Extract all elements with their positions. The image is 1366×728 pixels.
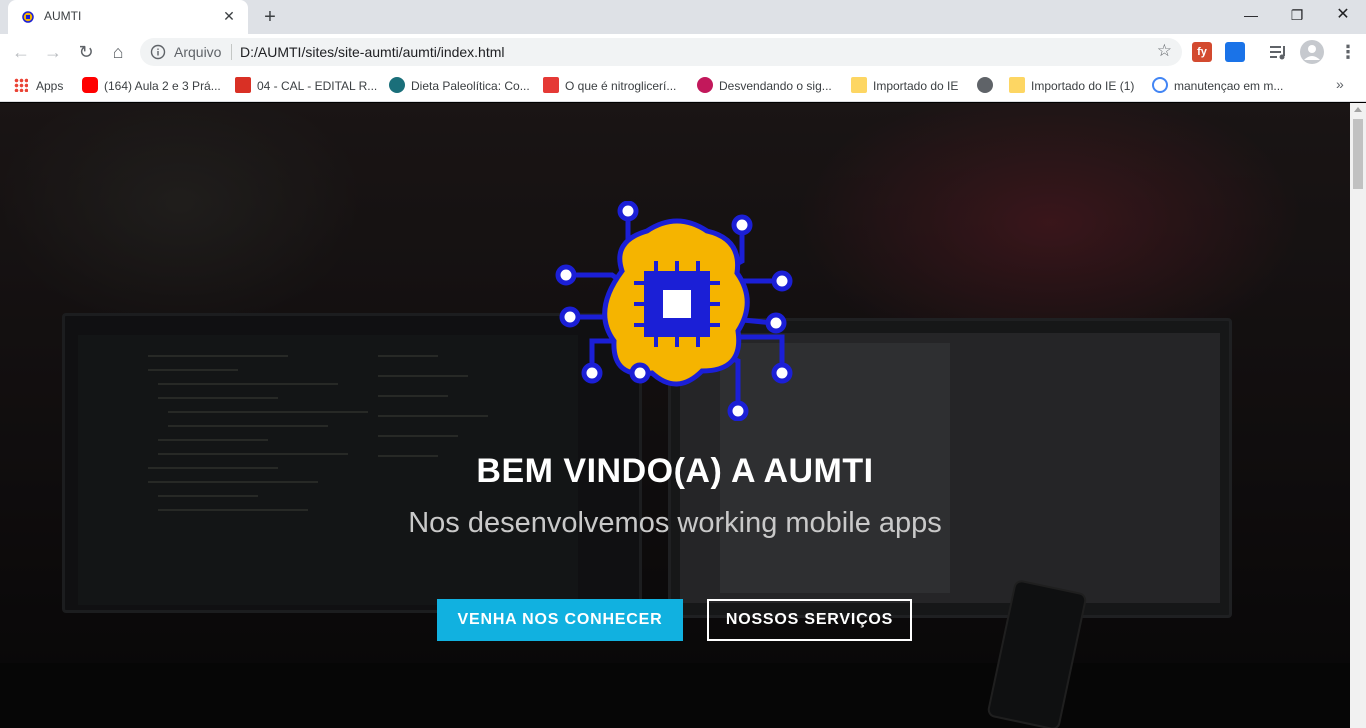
folder-icon bbox=[851, 77, 867, 93]
google-icon bbox=[1152, 77, 1168, 93]
s-icon bbox=[543, 77, 559, 93]
back-arrow-icon[interactable]: ← bbox=[9, 40, 33, 64]
maximize-button[interactable]: ❐ bbox=[1274, 0, 1320, 30]
new-tab-button[interactable]: + bbox=[258, 5, 282, 29]
spiral-icon bbox=[697, 77, 713, 93]
bookmarks-overflow-icon[interactable]: » bbox=[1336, 76, 1344, 92]
page-scrollbar[interactable] bbox=[1350, 103, 1366, 728]
bookmark-apps[interactable]: Apps bbox=[14, 77, 63, 95]
url-divider bbox=[231, 44, 232, 60]
bookmark-nitroglicerina[interactable]: O que é nitroglicerí... bbox=[543, 77, 676, 95]
tab-strip: AUMTI ✕ + — ❐ ✕ bbox=[0, 0, 1366, 34]
bookmark-pdf-edital[interactable]: 04 - CAL - EDITAL R... bbox=[235, 77, 377, 95]
hero-title: BEM VINDO(A) A AUMTI bbox=[476, 452, 874, 490]
scrollbar-thumb[interactable] bbox=[1353, 119, 1363, 189]
bookmark-youtube[interactable]: (164) Aula 2 e 3 Prá... bbox=[82, 77, 221, 95]
bookmark-label: Apps bbox=[36, 79, 64, 93]
bookmark-label: Dieta Paleolítica: Co... bbox=[411, 79, 530, 93]
youtube-icon bbox=[82, 77, 98, 93]
globe-icon bbox=[977, 77, 993, 93]
media-controls-icon[interactable] bbox=[1268, 42, 1288, 62]
url-scheme-label: Arquivo bbox=[174, 44, 222, 60]
hero-section: BEM VINDO(A) A AUMTI Nos desenvolvemos w… bbox=[0, 103, 1350, 728]
reload-icon[interactable]: ↻ bbox=[74, 40, 98, 64]
tab-aumti[interactable]: AUMTI ✕ bbox=[8, 0, 248, 34]
bookmarks-bar: Apps (164) Aula 2 e 3 Prá... 04 - CAL - … bbox=[0, 70, 1366, 102]
bookmark-dieta-paleolitica[interactable]: Dieta Paleolítica: Co... bbox=[389, 77, 530, 95]
bookmark-label: manutençao em m... bbox=[1174, 79, 1284, 93]
person-icon bbox=[1304, 45, 1320, 60]
home-icon[interactable]: ⌂ bbox=[106, 40, 130, 64]
extension-fy-icon[interactable]: fy bbox=[1192, 42, 1212, 62]
aumti-logo bbox=[555, 201, 793, 421]
nossos-servicos-button[interactable]: NOSSOS SERVIÇOS bbox=[707, 599, 912, 641]
folder-icon bbox=[1009, 77, 1025, 93]
pdf-icon bbox=[235, 77, 251, 93]
extension-blue-icon[interactable] bbox=[1225, 42, 1245, 62]
bookmark-label: Desvendando o sig... bbox=[719, 79, 832, 93]
dr-icon bbox=[389, 77, 405, 93]
forward-arrow-icon[interactable]: → bbox=[41, 40, 65, 64]
venha-nos-conhecer-button[interactable]: VENHA NOS CONHECER bbox=[437, 599, 683, 641]
hero-subtitle: Nos desenvolvemos working mobile apps bbox=[408, 507, 942, 539]
robot-brain-icon bbox=[22, 11, 34, 23]
bookmark-folder-ie[interactable]: Importado do IE bbox=[851, 77, 958, 95]
scroll-up-arrow-icon[interactable] bbox=[1354, 107, 1362, 112]
bookmark-label: 04 - CAL - EDITAL R... bbox=[257, 79, 378, 93]
bookmark-desvendando[interactable]: Desvendando o sig... bbox=[697, 77, 832, 95]
close-window-button[interactable]: ✕ bbox=[1320, 0, 1366, 30]
info-icon[interactable] bbox=[150, 44, 166, 60]
minimize-button[interactable]: — bbox=[1228, 0, 1274, 30]
bookmark-star-icon[interactable]: ☆ bbox=[1157, 41, 1172, 61]
bookmark-folder-ie-1[interactable]: Importado do IE (1) bbox=[1009, 77, 1134, 95]
bookmark-label: Importado do IE (1) bbox=[1031, 79, 1135, 93]
bookmark-label: O que é nitroglicerí... bbox=[565, 79, 677, 93]
menu-kebab-icon[interactable]: ⋮ bbox=[1336, 40, 1360, 64]
tab-close-icon[interactable]: ✕ bbox=[220, 7, 238, 25]
browser-toolbar: ← → ↻ ⌂ Arquivo D:/AUMTI/sites/site-aumt… bbox=[0, 34, 1366, 70]
bookmark-label: (164) Aula 2 e 3 Prá... bbox=[104, 79, 221, 93]
apps-grid-icon bbox=[14, 78, 28, 92]
bookmark-globe[interactable] bbox=[977, 77, 999, 95]
address-bar[interactable]: Arquivo D:/AUMTI/sites/site-aumti/aumti/… bbox=[140, 38, 1182, 66]
bookmark-label: Importado do IE bbox=[873, 79, 959, 93]
tab-title: AUMTI bbox=[44, 9, 82, 23]
bookmark-manutencao[interactable]: manutençao em m... bbox=[1152, 77, 1283, 95]
profile-avatar[interactable] bbox=[1300, 40, 1324, 64]
url-text[interactable]: D:/AUMTI/sites/site-aumti/aumti/index.ht… bbox=[240, 44, 505, 60]
